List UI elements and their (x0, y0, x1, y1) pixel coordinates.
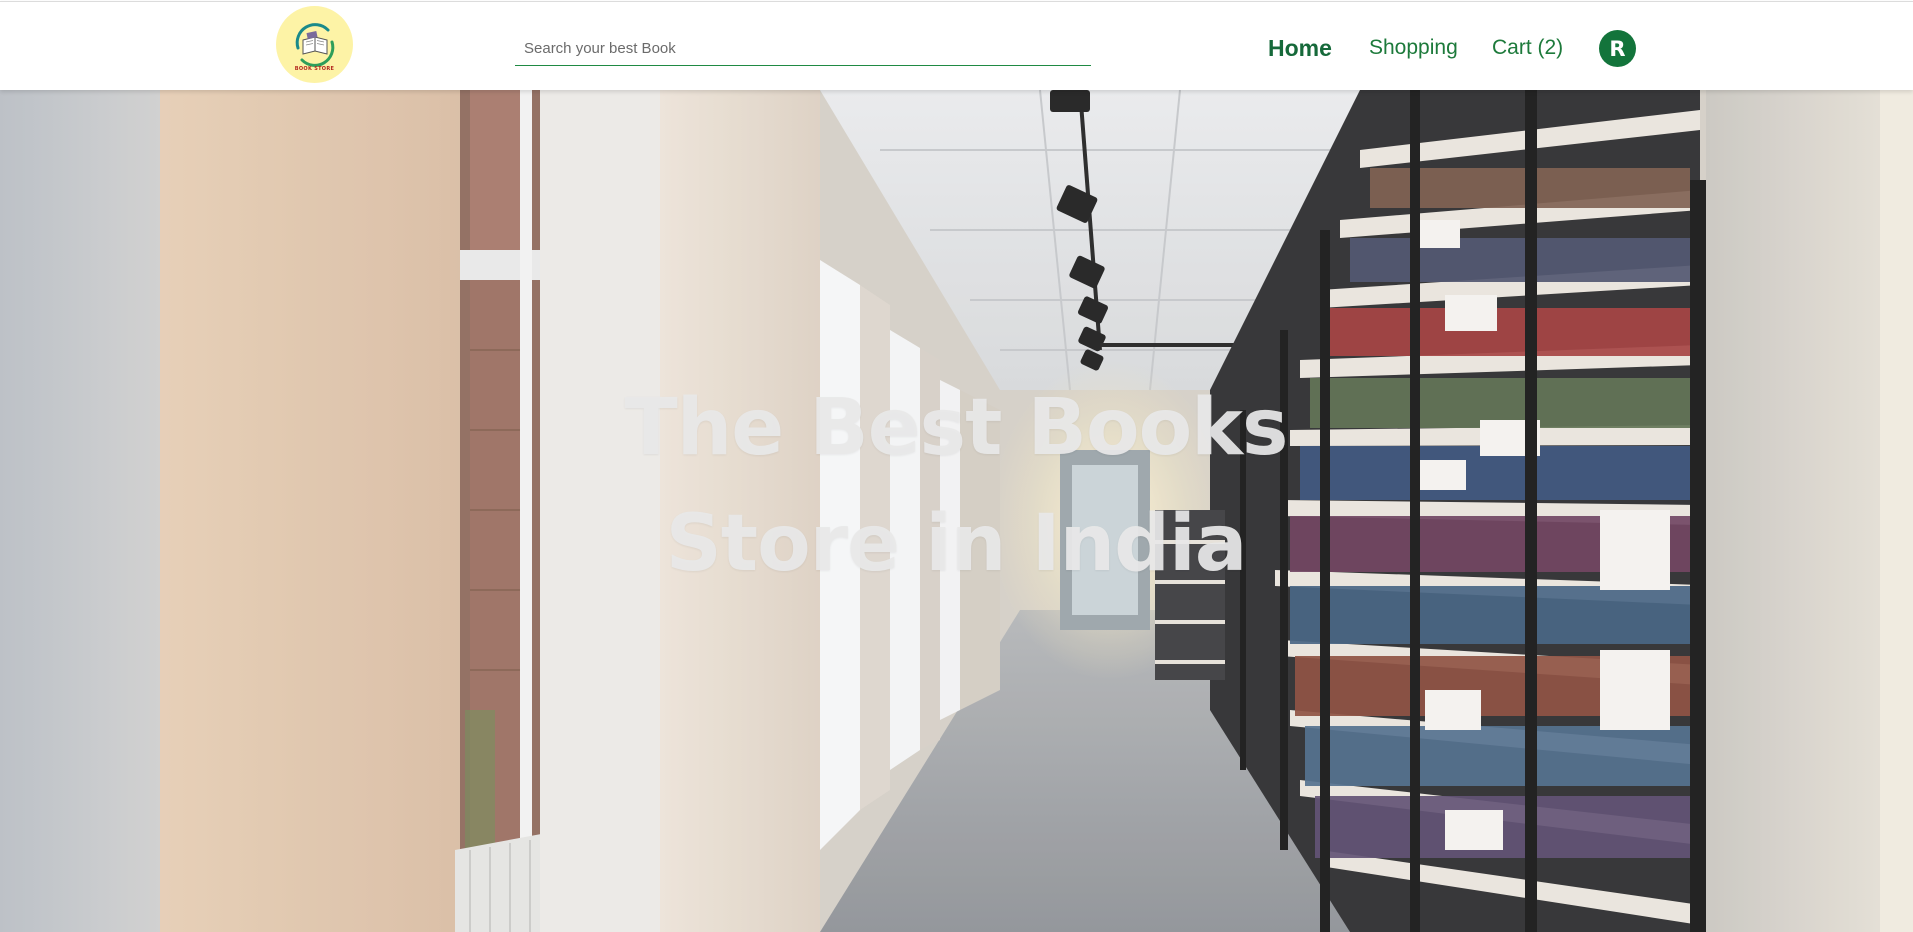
book-logo-icon (295, 22, 334, 67)
top-navbar: BOOK STORE Home Shopping Cart (2) R (0, 1, 1913, 90)
nav-home-link[interactable]: Home (1268, 32, 1332, 64)
logo-text: BOOK STORE (294, 65, 335, 72)
nav-cart-link[interactable]: Cart (2) (1492, 32, 1563, 64)
search-input[interactable] (515, 32, 1091, 65)
hero-title-line-2: Store in India (665, 499, 1248, 589)
nav-shopping-link[interactable]: Shopping (1369, 32, 1458, 64)
hero-title: The Best Books Store in India (556, 370, 1356, 602)
hero-title-line-1: The Best Books (624, 383, 1289, 473)
search-bar (515, 32, 1091, 66)
hero-banner: The Best Books Store in India (0, 90, 1913, 932)
user-avatar[interactable]: R (1599, 30, 1636, 67)
site-logo[interactable]: BOOK STORE (276, 6, 353, 83)
